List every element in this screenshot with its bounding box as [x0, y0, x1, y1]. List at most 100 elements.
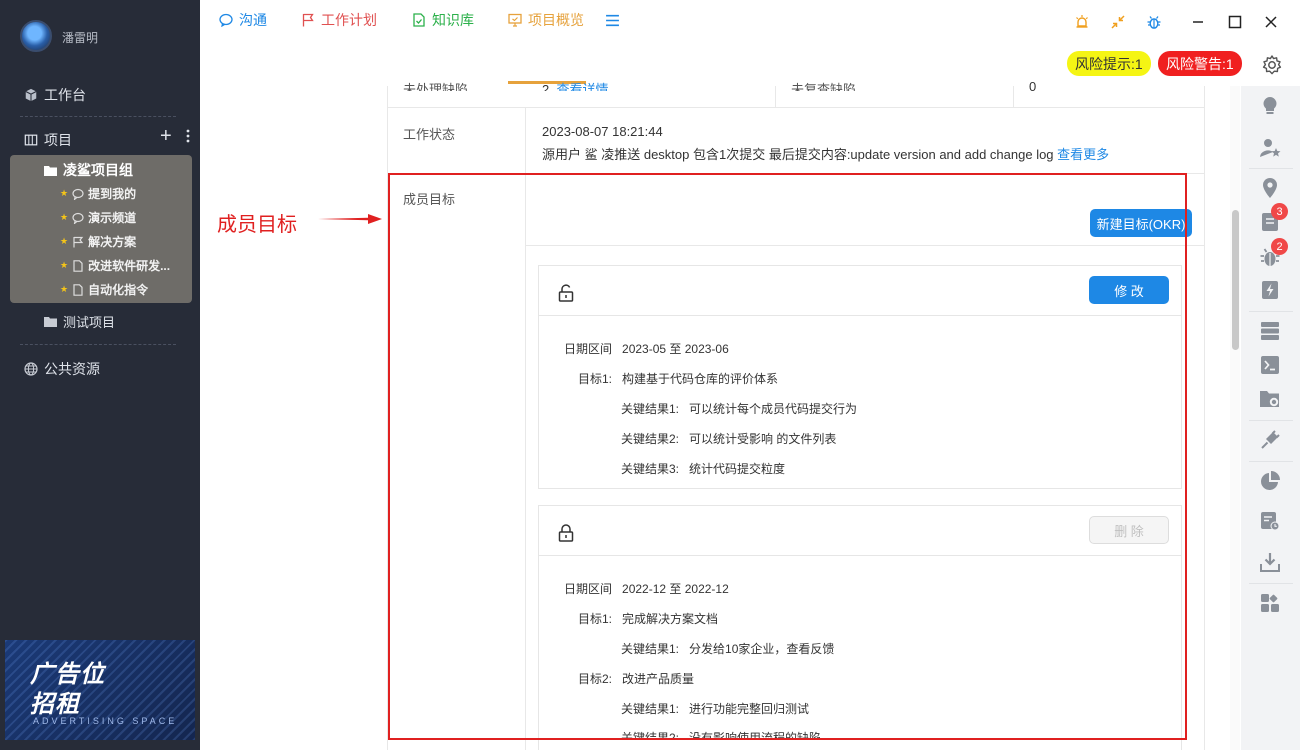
date-label: 日期区间	[564, 582, 613, 596]
delete-okr-button[interactable]: 删 除	[1089, 516, 1169, 544]
user-star-icon[interactable]	[1259, 137, 1281, 159]
folder-settings-icon[interactable]	[1259, 388, 1281, 410]
divider	[526, 245, 1204, 246]
bug-icon[interactable]	[1144, 12, 1164, 32]
arrow-right-icon	[318, 214, 382, 224]
unreviewed-bugs-value: 0	[1029, 79, 1037, 91]
tab-communication[interactable]: 沟通	[219, 0, 267, 40]
avatar[interactable]	[20, 20, 52, 52]
group-item[interactable]: ★ 解决方案	[60, 233, 136, 250]
nav-projects[interactable]: 项目	[24, 130, 72, 150]
doc-icon	[73, 283, 83, 296]
view-details-link[interactable]: 查看详情	[556, 82, 608, 91]
scrollbar-thumb[interactable]	[1232, 210, 1239, 350]
tab-label: 知识库	[432, 12, 474, 28]
group-item-label: 自动化指令	[88, 283, 149, 297]
download-box-icon[interactable]	[1259, 551, 1281, 573]
project-test[interactable]: 测试项目	[44, 312, 115, 331]
apps-icon[interactable]	[1259, 592, 1281, 614]
tab-project-overview[interactable]: 项目概览	[508, 0, 584, 40]
notification-badge: 2	[1271, 238, 1288, 255]
okr-key-result: 关键结果1: 分发给10家企业，查看反馈	[621, 640, 834, 657]
ad-banner[interactable]: 广告位 招租 ADVERTISING SPACE	[5, 640, 195, 740]
okr-card-header	[539, 506, 1181, 556]
shrink-icon[interactable]	[1108, 12, 1128, 32]
work-status-text: 源用户 鲨 凌推送 desktop 包含1次提交 最后提交内容:update v…	[542, 144, 1109, 163]
group-item-label: 演示频道	[88, 211, 137, 225]
chat-icon	[72, 188, 84, 200]
annotation-label: 成员目标	[217, 214, 297, 236]
objective-value: 改进产品质量	[622, 672, 695, 686]
objective-value: 完成解决方案文档	[622, 612, 719, 626]
flag-icon	[73, 236, 84, 247]
divider	[20, 116, 176, 117]
location-icon[interactable]	[1259, 177, 1281, 199]
unlock-icon	[558, 284, 574, 302]
view-more-link[interactable]: 查看更多	[1057, 147, 1109, 162]
risk-tip-badge[interactable]: 风险提示:1	[1067, 51, 1151, 76]
group-item[interactable]: ★ 提到我的	[60, 185, 136, 202]
pie-chart-icon[interactable]	[1259, 470, 1281, 492]
more-vertical-icon[interactable]	[186, 129, 190, 143]
globe-icon	[24, 362, 38, 376]
alarm-icon[interactable]	[1072, 12, 1092, 32]
key-result-value: 统计代码提交粒度	[689, 462, 786, 476]
unreviewed-bugs-label: 未复查缺陷	[791, 82, 857, 91]
work-status-label: 工作状态	[403, 127, 456, 142]
star-icon: ★	[60, 260, 69, 270]
okr-date-row: 日期区间 2022-12 至 2022-12	[564, 580, 729, 597]
nav-public-resources[interactable]: 公共资源	[24, 359, 100, 379]
objective-label: 目标1:	[578, 372, 613, 386]
project-group-label: 凌鲨项目组	[63, 162, 133, 178]
star-icon: ★	[60, 284, 69, 294]
key-result-label: 关键结果1:	[621, 702, 680, 716]
risk-warning-badge[interactable]: 风险警告:1	[1158, 51, 1242, 76]
tab-work-plan[interactable]: 工作计划	[301, 0, 377, 40]
divider	[20, 344, 176, 345]
ad-line-3: ADVERTISING SPACE	[33, 716, 178, 726]
folder-icon	[44, 165, 57, 176]
unhandled-bugs-count: 2	[542, 82, 550, 91]
key-result-label: 关键结果2:	[621, 731, 680, 739]
folder-icon	[44, 317, 57, 327]
okr-key-result: 关键结果3: 统计代码提交粒度	[621, 460, 785, 477]
okr-date-row: 日期区间 2023-05 至 2023-06	[564, 340, 729, 357]
okr-objective: 目标2: 改进产品质量	[578, 670, 694, 687]
okr-key-result: 关键结果2: 可以统计受影响 的文件列表	[621, 430, 836, 447]
divider	[525, 107, 526, 750]
tab-knowledge-base[interactable]: 知识库	[412, 0, 474, 40]
maximize-icon[interactable]	[1225, 12, 1245, 32]
terminal-icon[interactable]	[1259, 354, 1281, 376]
unhandled-bugs-label: 未处理缺陷	[403, 82, 469, 91]
gear-icon[interactable]	[1261, 54, 1283, 76]
chat-icon	[72, 212, 84, 224]
group-item[interactable]: ★ 演示频道	[60, 209, 136, 226]
new-goal-button[interactable]: 新建目标(OKR)	[1090, 209, 1192, 237]
nav-workbench[interactable]: 工作台	[24, 85, 86, 105]
key-result-label: 关键结果1:	[621, 642, 680, 656]
lightbulb-icon[interactable]	[1259, 95, 1281, 117]
minimize-icon[interactable]	[1188, 12, 1208, 32]
project-group-title[interactable]: 凌鲨项目组	[44, 160, 133, 180]
divider	[1249, 420, 1293, 421]
okr-key-result: 关键结果1: 进行功能完整回归测试	[621, 700, 809, 717]
close-icon[interactable]	[1261, 12, 1281, 32]
add-project-button[interactable]: +	[160, 126, 172, 146]
edit-okr-button[interactable]: 修 改	[1089, 276, 1169, 304]
group-item[interactable]: ★ 自动化指令	[60, 281, 148, 298]
tab-label: 工作计划	[321, 12, 377, 28]
group-item[interactable]: ★ 改进软件研发...	[60, 257, 170, 274]
monitor-icon	[508, 13, 522, 27]
key-result-value: 进行功能完整回归测试	[689, 702, 810, 716]
project-test-label: 测试项目	[63, 315, 116, 330]
date-label: 日期区间	[564, 342, 613, 356]
lightning-icon[interactable]	[1259, 279, 1281, 301]
group-item-label: 解决方案	[88, 235, 137, 249]
tabs-menu-button[interactable]	[605, 0, 620, 40]
menu-icon	[606, 14, 619, 26]
scrollbar[interactable]	[1230, 86, 1240, 750]
doc-clock-icon[interactable]	[1259, 510, 1281, 532]
plug-icon[interactable]	[1259, 429, 1281, 451]
server-icon[interactable]	[1259, 320, 1281, 342]
divider	[1249, 311, 1293, 312]
